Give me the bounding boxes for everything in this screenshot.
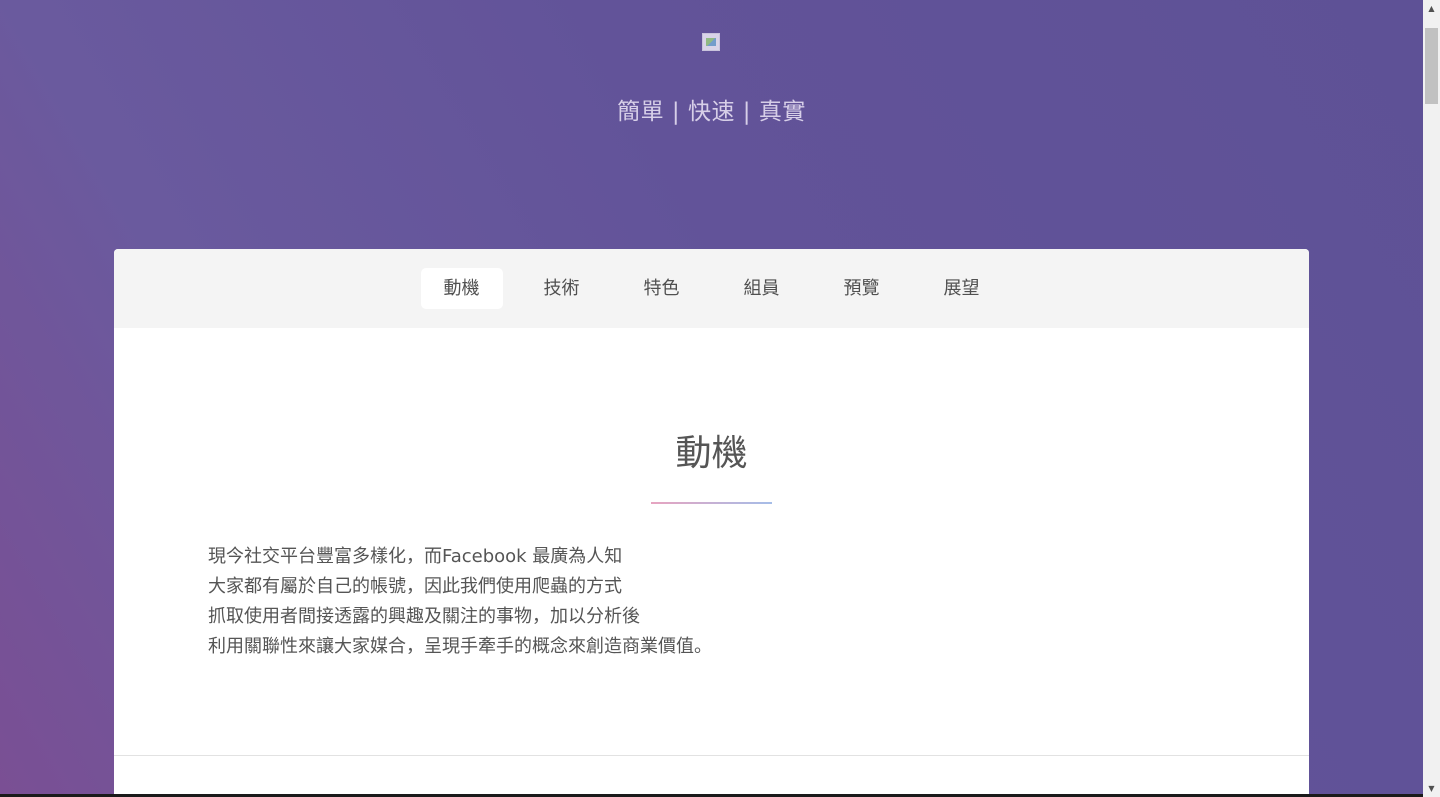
arrow-up-icon[interactable]: ▲ [1423, 0, 1440, 17]
section-paragraph: 現今社交平台豐富多樣化，而Facebook 最廣為人知 大家都有屬於自己的帳號，… [208, 542, 712, 662]
paragraph-line: 現今社交平台豐富多樣化，而Facebook 最廣為人知 [208, 546, 623, 567]
tab-motivation[interactable]: 動機 [420, 268, 503, 309]
title-underline [651, 502, 772, 504]
tab-members[interactable]: 組員 [721, 268, 803, 309]
arrow-down-icon[interactable]: ▼ [1423, 780, 1440, 797]
content-card: 動機 技術 特色 組員 預覽 展望 動機 現今社交平台豐富多樣化，而Facebo… [114, 249, 1309, 797]
tab-features[interactable]: 特色 [621, 268, 703, 309]
tab-technology[interactable]: 技術 [521, 268, 603, 309]
vertical-scrollbar[interactable]: ▲ ▼ [1423, 0, 1440, 797]
tab-outlook[interactable]: 展望 [921, 268, 1003, 309]
paragraph-line: 大家都有屬於自己的帳號，因此我們使用爬蟲的方式 [208, 576, 622, 597]
paragraph-line: 利用關聯性來讓大家媒合，呈現手牽手的概念來創造商業價值。 [208, 636, 712, 657]
section-title: 動機 [675, 433, 748, 474]
scrollbar-thumb[interactable] [1425, 28, 1438, 104]
tab-bar: 動機 技術 特色 組員 預覽 展望 [114, 249, 1309, 328]
section-divider [114, 755, 1309, 756]
paragraph-line: 抓取使用者間接透露的興趣及關注的事物，加以分析後 [208, 606, 640, 627]
landing-page: 簡單 | 快速 | 真實 動機 技術 特色 組員 預覽 展望 動機 現今社交平台… [0, 0, 1423, 797]
tab-preview[interactable]: 預覽 [821, 268, 903, 309]
tagline: 簡單 | 快速 | 真實 [617, 99, 806, 125]
broken-image-icon [702, 33, 720, 51]
